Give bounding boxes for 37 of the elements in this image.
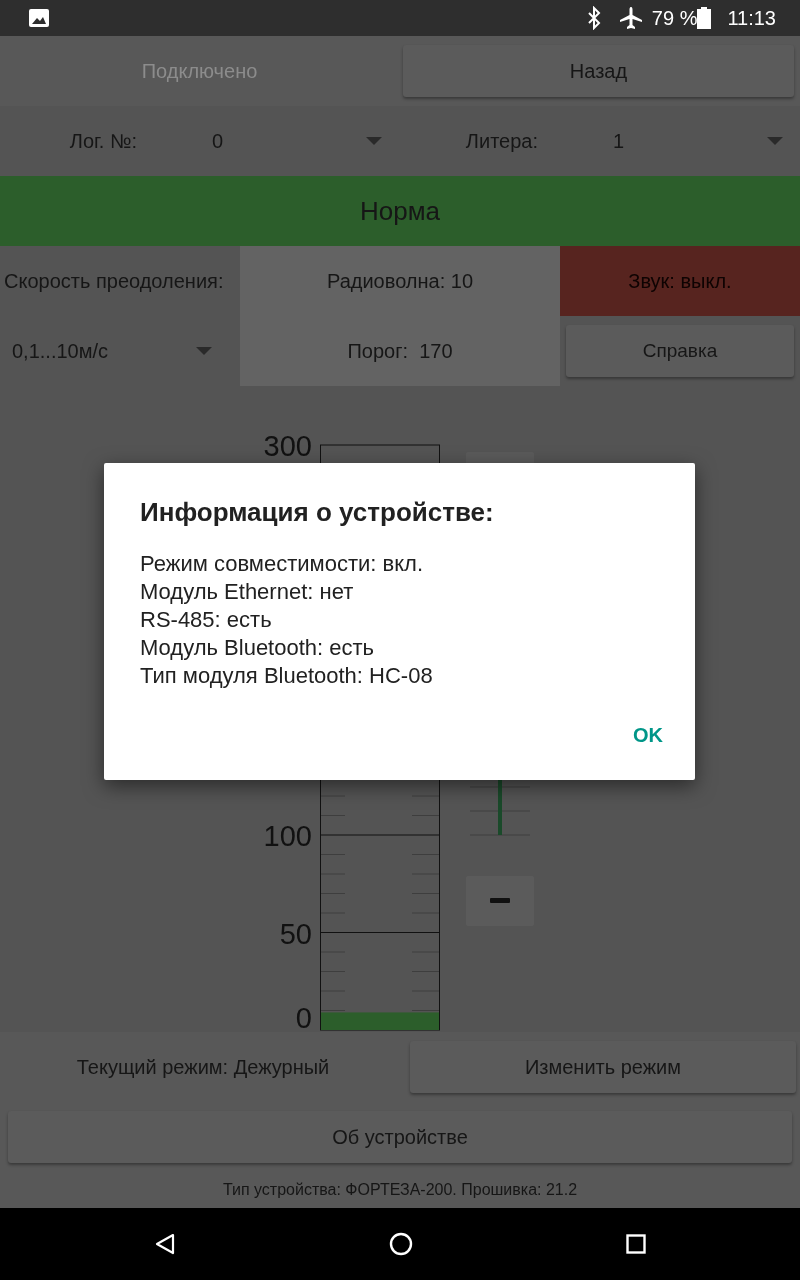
threshold-text: Порог: 170	[347, 339, 453, 364]
scale-label: 0	[295, 1002, 312, 1032]
dialog-title: Информация о устройстве:	[140, 496, 495, 529]
dialog-text: Тип модуля Bluetooth: HC-08	[140, 662, 434, 690]
scale-label: 100	[263, 820, 312, 852]
clock: 11:13	[727, 6, 776, 31]
bluetooth-icon	[585, 6, 602, 30]
about-button[interactable]: Об устройстве	[8, 1111, 792, 1163]
image-icon	[28, 8, 50, 28]
dialog-text: Модуль Bluetooth: есть	[140, 634, 376, 662]
ok-button[interactable]: OK	[617, 714, 679, 756]
back-icon[interactable]	[154, 1232, 177, 1256]
litera-dropdown[interactable]: 1	[613, 126, 783, 156]
sound-indicator: Звук: выкл.	[560, 246, 800, 316]
dialog-text: Модуль Ethernet: нет	[140, 578, 355, 606]
litera-label: Литера:	[464, 129, 538, 154]
home-icon[interactable]	[389, 1232, 413, 1256]
speed-dropdown[interactable]: 0,1...10м/с	[0, 316, 240, 386]
scale-label: 300	[263, 430, 312, 462]
status-banner: Норма	[0, 176, 800, 246]
dialog-text: RS-485: есть	[140, 606, 273, 634]
back-button[interactable]: Назад	[403, 45, 794, 97]
device-info-text: Тип устройства: ФОРТЕЗА-200. Прошивка: 21.2	[222, 1180, 578, 1200]
battery-icon	[697, 7, 712, 29]
help-button[interactable]: Справка	[566, 325, 794, 377]
battery-level: 79 %	[651, 6, 698, 31]
radio-wave-text: Радиоволна: 10	[326, 269, 473, 294]
scale-label: 50	[279, 917, 312, 950]
speed-label: Скорость преодоления:	[3, 269, 224, 294]
log-number-dropdown[interactable]: 0	[212, 126, 382, 156]
change-mode-button[interactable]: Изменить режим	[409, 1041, 796, 1093]
dialog-text: Режим совместимости: вкл.	[140, 550, 425, 578]
recents-icon[interactable]	[625, 1234, 646, 1254]
log-number-label: Лог. №:	[68, 129, 137, 154]
current-mode-text: Текущий режим: Дежурный	[75, 1055, 331, 1080]
airplane-icon	[617, 6, 644, 30]
decrease-button[interactable]	[466, 876, 534, 926]
